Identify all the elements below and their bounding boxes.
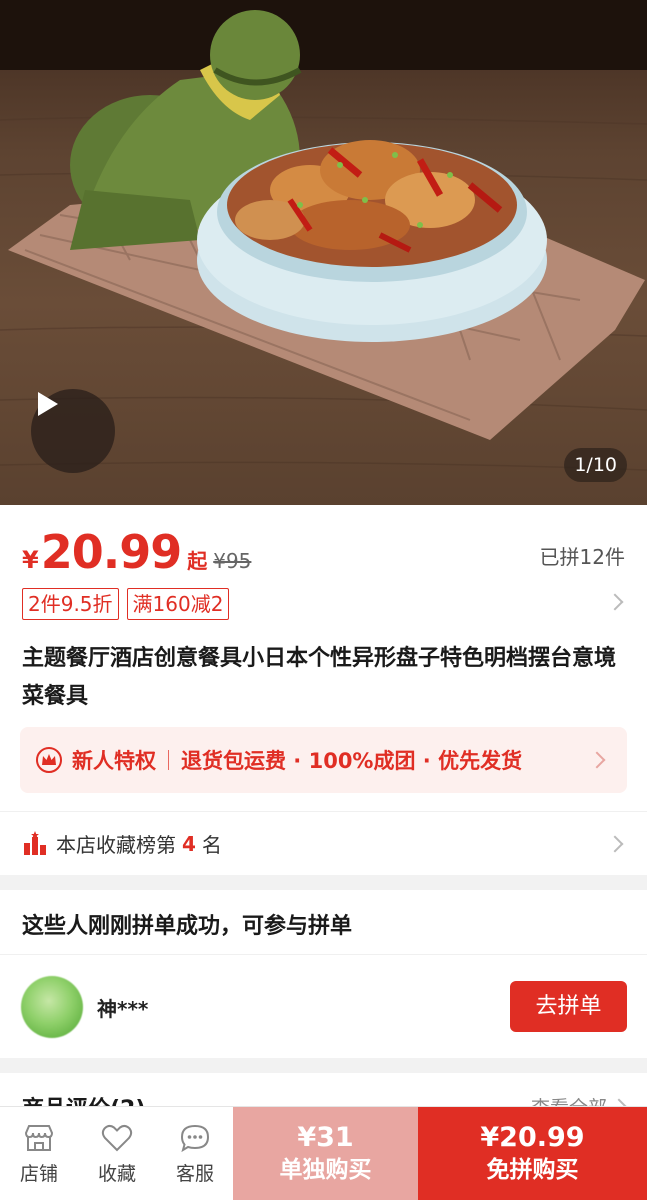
rank-chart-icon [24,830,46,855]
chevron-right-icon [588,751,606,769]
crown-icon [36,747,62,773]
promo-tag[interactable]: 满160减2 [126,588,230,620]
bottom-action-bar: 店铺 收藏 客服 ¥31 单独购买 ¥20.99 免拼购买 [0,1106,647,1200]
tab-label: 收藏 [97,1162,136,1185]
rank-number: 4 [182,831,196,856]
privilege-text: 退货包运费 · 100%成团 · 优先发货 [181,749,523,773]
group-title: 这些人刚刚拼单成功，可参与拼单 [22,914,353,939]
store-rank-row[interactable]: 本店收藏榜第 4 名 [0,811,647,875]
original-price: ¥95 [213,549,252,573]
buy-group-button[interactable]: ¥20.99 免拼购买 [418,1107,647,1200]
price-from-suffix: 起 [187,549,208,573]
buy-alone-button[interactable]: ¥31 单独购买 [233,1107,418,1200]
tab-label: 客服 [175,1162,214,1185]
divider [0,954,647,955]
tab-label: 店铺 [19,1162,58,1185]
product-info-card: ¥ 20.99 起 ¥95 已拼12件 2件9.5折 满160减2 主题餐厅酒店… [0,505,647,875]
group-buy-section: 这些人刚刚拼单成功，可参与拼单 神*** 去拼单 [0,890,647,1058]
play-icon [38,392,58,416]
rank-prefix: 本店收藏榜第 [56,833,176,857]
chevron-right-icon[interactable] [606,593,624,611]
join-group-button[interactable]: 去拼单 [510,981,627,1032]
buy-group-label: 免拼购买 [486,1157,579,1183]
tab-favorite[interactable]: 收藏 [78,1107,156,1200]
group-user-name: 神*** [97,997,149,1021]
promo-tag[interactable]: 2件9.5折 [22,588,119,620]
privilege-banner[interactable]: 新人特权 退货包运费 · 100%成团 · 优先发货 [20,727,627,793]
rank-suffix: 名 [201,833,222,857]
product-title: 主题餐厅酒店创意餐具小日本个性异形盘子特色明档摆台意境菜餐具 [22,646,617,709]
tab-store[interactable]: 店铺 [0,1107,78,1200]
tab-customer-service[interactable]: 客服 [156,1107,234,1200]
buy-group-price: ¥20.99 [480,1122,585,1153]
divider [168,750,169,770]
heart-icon [101,1124,133,1151]
price-currency: ¥ [22,546,39,574]
buy-alone-label: 单独购买 [279,1157,372,1183]
promo-tags[interactable]: 2件9.5折 满160减2 [22,588,230,620]
chat-icon [180,1124,210,1152]
product-image-carousel[interactable]: 1/10 [0,0,647,505]
chevron-right-icon [606,835,624,853]
price: 20.99 [40,525,183,579]
avatar [21,976,83,1038]
buy-alone-price: ¥31 [297,1122,354,1153]
store-icon [24,1124,54,1151]
price-row: ¥ 20.99 起 ¥95 [22,525,251,580]
sold-count: 已拼12件 [539,545,625,569]
play-video-button[interactable] [31,389,115,473]
privilege-label: 新人特权 [72,749,156,773]
image-counter: 1/10 [564,448,627,482]
